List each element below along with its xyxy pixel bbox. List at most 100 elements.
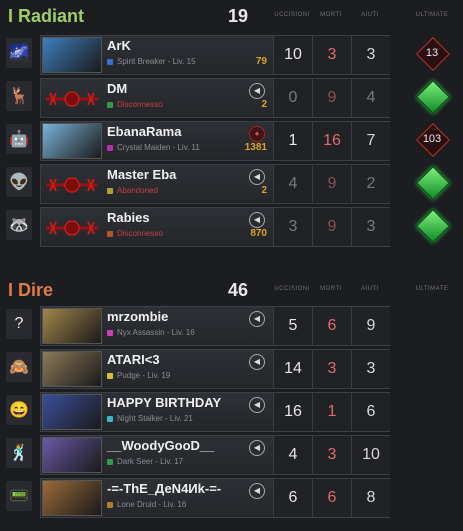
ultimate-cooldown-icon: 13 bbox=[416, 37, 450, 71]
player-row[interactable]: 🦌 DM Disconnesso 2 ◀ 0 9 4 bbox=[0, 77, 463, 118]
player-row[interactable]: 😄 HAPPY BIRTHDAY Night Stalker - Liv. 21 ◀ 1… bbox=[0, 391, 463, 432]
hero-line: Nyx Assassin - Liv. 16 bbox=[107, 328, 195, 337]
player-deaths: 6 bbox=[312, 479, 351, 517]
player-panel[interactable]: -=-ThE_ДеN4Иk-=- Lone Druid - Liv. 16 ◀ 6 6 8 bbox=[40, 478, 390, 518]
player-avatar[interactable]: ? bbox=[6, 309, 32, 339]
player-name: Master Eba bbox=[107, 167, 177, 182]
voice-speaker-icon[interactable]: ◀ bbox=[249, 354, 265, 370]
hero-line: Pudge - Liv. 19 bbox=[107, 371, 170, 380]
hero-portrait bbox=[42, 351, 102, 387]
player-name: HAPPY BIRTHDAY bbox=[107, 395, 222, 410]
player-assists: 8 bbox=[351, 479, 390, 517]
player-status: Disconnesso bbox=[117, 229, 163, 238]
player-kills: 4 bbox=[273, 436, 312, 474]
player-avatar[interactable]: 🦝 bbox=[6, 210, 32, 240]
player-row[interactable]: 📟 -=-ThE_ДеN4Иk-=- Lone Druid - Liv. 16 ◀ 6 6… bbox=[0, 477, 463, 518]
player-color-dot bbox=[107, 58, 113, 65]
player-row[interactable]: 🦝 Rabies Disconnesso 870 ◀ 3 9 3 bbox=[0, 206, 463, 247]
avatar-icon: 😄 bbox=[9, 402, 29, 419]
dire-team-score: 46 bbox=[228, 280, 249, 300]
player-gold: 2 bbox=[261, 99, 267, 110]
player-avatar[interactable]: 🙈 bbox=[6, 352, 32, 382]
hero-level-label: Night Stalker - Liv. 21 bbox=[117, 414, 193, 423]
col-assists-dire: AIUTI bbox=[361, 286, 379, 292]
player-deaths: 1 bbox=[312, 393, 351, 431]
voice-speaker-icon[interactable]: ◀ bbox=[249, 311, 265, 327]
hero-portrait bbox=[42, 437, 102, 473]
hero-line: Dark Seer - Liv. 17 bbox=[107, 457, 183, 466]
player-panel[interactable]: EbanaRama Crystal Maiden - Liv. 11 1381 ● 1 1… bbox=[40, 121, 390, 161]
player-panel[interactable]: __WoodyGooD__ Dark Seer - Liv. 17 ◀ 4 3 10 bbox=[40, 435, 390, 475]
player-deaths: 3 bbox=[312, 436, 351, 474]
player-name: __WoodyGooD__ bbox=[107, 438, 215, 453]
player-color-dot bbox=[107, 144, 113, 151]
hero-level-label: Crystal Maiden - Liv. 11 bbox=[117, 143, 200, 152]
player-panel[interactable]: mrzombie Nyx Assassin - Liv. 16 ◀ 5 6 9 bbox=[40, 306, 390, 346]
player-gold: 1381 bbox=[244, 142, 267, 153]
radiant-header: I Radiant 19 UCCISIONI MORTI AIUTI ULTIM… bbox=[0, 2, 463, 34]
voice-speaker-icon[interactable]: ◀ bbox=[249, 483, 265, 499]
player-kills: 1 bbox=[273, 122, 312, 160]
player-name: Rabies bbox=[107, 210, 150, 225]
player-assists: 2 bbox=[351, 165, 390, 203]
hero-line: Lone Druid - Liv. 16 bbox=[107, 500, 186, 509]
player-color-dot bbox=[107, 415, 113, 422]
player-name: DM bbox=[107, 81, 128, 96]
player-kills: 3 bbox=[273, 208, 312, 246]
player-color-dot bbox=[107, 329, 113, 336]
col-assists-radiant: AIUTI bbox=[361, 12, 379, 18]
ultimate-cooldown-value: 103 bbox=[422, 133, 442, 145]
player-deaths: 9 bbox=[312, 165, 351, 203]
player-row[interactable]: 🌌 ArK Spirit Breaker - Liv. 15 79 10 3 3 13 bbox=[0, 34, 463, 75]
voice-speaker-icon[interactable]: ◀ bbox=[249, 83, 265, 99]
player-avatar[interactable]: 🌌 bbox=[6, 38, 32, 68]
dire-team-name: I Dire bbox=[8, 280, 54, 300]
voice-speaker-icon[interactable]: ◀ bbox=[249, 169, 265, 185]
avatar-icon: ? bbox=[14, 315, 24, 332]
player-row[interactable]: 🤖 EbanaRama Crystal Maiden - Liv. 11 1381 ● 1… bbox=[0, 120, 463, 161]
voice-speaker-icon[interactable]: ◀ bbox=[249, 397, 265, 413]
player-name: ArK bbox=[107, 38, 131, 53]
player-status: Disconnesso bbox=[117, 100, 163, 109]
player-row[interactable]: 🕺 __WoodyGooD__ Dark Seer - Liv. 17 ◀ 4 3 10 bbox=[0, 434, 463, 475]
hero-line: Abandoned bbox=[107, 186, 158, 195]
voice-speaker-icon[interactable]: ◀ bbox=[249, 212, 265, 228]
player-name: ATARI<3 bbox=[107, 352, 160, 367]
player-panel[interactable]: DM Disconnesso 2 ◀ 0 9 4 bbox=[40, 78, 390, 118]
avatar-icon: 👽 bbox=[9, 174, 29, 191]
hero-portrait bbox=[42, 308, 102, 344]
hero-line: Disconnesso bbox=[107, 229, 163, 238]
player-avatar[interactable]: 🦌 bbox=[6, 81, 32, 111]
player-panel[interactable]: ATARI<3 Pudge - Liv. 19 ◀ 14 3 3 bbox=[40, 349, 390, 389]
player-row[interactable]: 👽 Master Eba Abandoned 2 ◀ 4 9 2 bbox=[0, 163, 463, 204]
player-row[interactable]: 🙈 ATARI<3 Pudge - Liv. 19 ◀ 14 3 3 bbox=[0, 348, 463, 389]
player-avatar[interactable]: 👽 bbox=[6, 167, 32, 197]
col-deaths-dire: MORTI bbox=[320, 286, 342, 292]
player-avatar[interactable]: 🕺 bbox=[6, 438, 32, 468]
voice-speaker-icon[interactable]: ◀ bbox=[249, 440, 265, 456]
player-deaths: 9 bbox=[312, 79, 351, 117]
muted-player-icon bbox=[43, 216, 101, 240]
player-gold: 870 bbox=[250, 228, 267, 239]
player-color-dot bbox=[107, 101, 113, 108]
player-row[interactable]: ? mrzombie Nyx Assassin - Liv. 16 ◀ 5 6 9 bbox=[0, 305, 463, 346]
avatar-icon: 🦌 bbox=[9, 88, 29, 105]
player-panel[interactable]: Master Eba Abandoned 2 ◀ 4 9 2 bbox=[40, 164, 390, 204]
radiant-team-name: I Radiant bbox=[8, 6, 85, 26]
player-avatar[interactable]: 🤖 bbox=[6, 124, 32, 154]
player-panel[interactable]: Rabies Disconnesso 870 ◀ 3 9 3 bbox=[40, 207, 390, 247]
player-color-dot bbox=[107, 372, 113, 379]
col-deaths-radiant: MORTI bbox=[320, 12, 342, 18]
voice-speaker-icon[interactable]: ● bbox=[249, 126, 265, 142]
player-panel[interactable]: ArK Spirit Breaker - Liv. 15 79 10 3 3 bbox=[40, 35, 390, 75]
player-color-dot bbox=[107, 458, 113, 465]
radiant-team-score: 19 bbox=[228, 6, 249, 26]
col-ultimate-radiant: ULTIMATE bbox=[415, 12, 449, 18]
player-assists: 6 bbox=[351, 393, 390, 431]
player-panel[interactable]: HAPPY BIRTHDAY Night Stalker - Liv. 21 ◀ 16… bbox=[40, 392, 390, 432]
player-avatar[interactable]: 😄 bbox=[6, 395, 32, 425]
hero-portrait bbox=[42, 37, 102, 73]
ultimate-cooldown-value: 13 bbox=[425, 47, 439, 59]
col-ultimate-dire: ULTIMATE bbox=[415, 286, 449, 292]
player-avatar[interactable]: 📟 bbox=[6, 481, 32, 511]
